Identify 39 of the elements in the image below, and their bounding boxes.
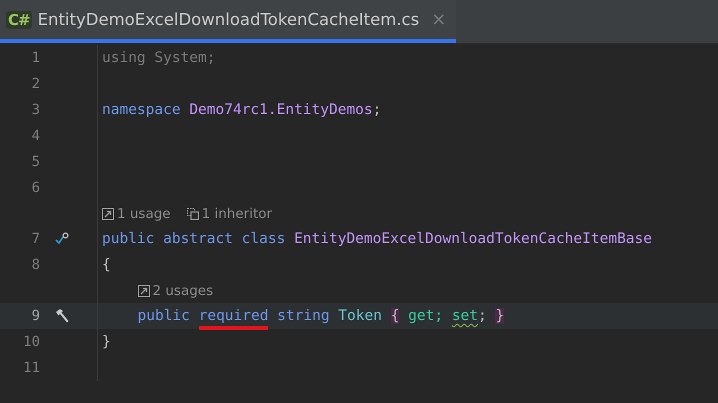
- matched-brace: }: [495, 308, 504, 324]
- inlay-hint-link[interactable]: 1 inheritor: [202, 206, 272, 222]
- inlay-hint-link[interactable]: 2 usages: [152, 282, 214, 298]
- implemented-icon[interactable]: [55, 232, 69, 246]
- matched-brace: {: [390, 308, 400, 324]
- code-token: }: [102, 334, 111, 350]
- code-token: Demo74rc1.EntityDemos: [189, 102, 373, 118]
- line-number: 7: [30, 231, 40, 247]
- warning-code-token: set: [452, 308, 478, 324]
- line-number: 11: [22, 360, 40, 376]
- line-number: 3: [30, 102, 40, 118]
- line-number: 4: [30, 128, 40, 144]
- inheritors-icon: [186, 208, 199, 220]
- line-number: 1: [30, 50, 40, 66]
- underlined-code-token: required: [198, 308, 268, 330]
- code-token: get;: [407, 308, 444, 324]
- inlay-hint-link[interactable]: 1 usage: [117, 206, 171, 222]
- code-token: using System;: [102, 50, 216, 66]
- code-token: public: [138, 308, 191, 324]
- usages-icon: [102, 208, 114, 220]
- code-token: public abstract class: [102, 231, 286, 247]
- line-number: 5: [30, 154, 40, 170]
- code-token: ;: [478, 308, 488, 324]
- file-tab[interactable]: C# EntityDemoExcelDownloadTokenCacheItem.cs ×: [0, 0, 456, 43]
- tab-title: EntityDemoExcelDownloadTokenCacheItem.cs: [38, 10, 420, 29]
- close-icon[interactable]: ×: [431, 9, 446, 30]
- code-token: {: [102, 257, 111, 273]
- line-number: 8: [30, 257, 40, 273]
- language-badge: C#: [6, 10, 32, 28]
- line-number: 2: [30, 76, 40, 92]
- code-token: Token: [338, 308, 383, 324]
- code-token: namespace: [102, 102, 182, 118]
- usages-icon: [138, 284, 150, 296]
- hammer-icon[interactable]: [54, 308, 70, 324]
- code-token: EntityDemoExcelDownloadTokenCacheItemBase: [294, 231, 652, 247]
- code-token: ;: [372, 102, 382, 118]
- line-number: 6: [30, 180, 40, 196]
- code-token: string: [276, 308, 331, 324]
- line-number: 10: [22, 334, 40, 350]
